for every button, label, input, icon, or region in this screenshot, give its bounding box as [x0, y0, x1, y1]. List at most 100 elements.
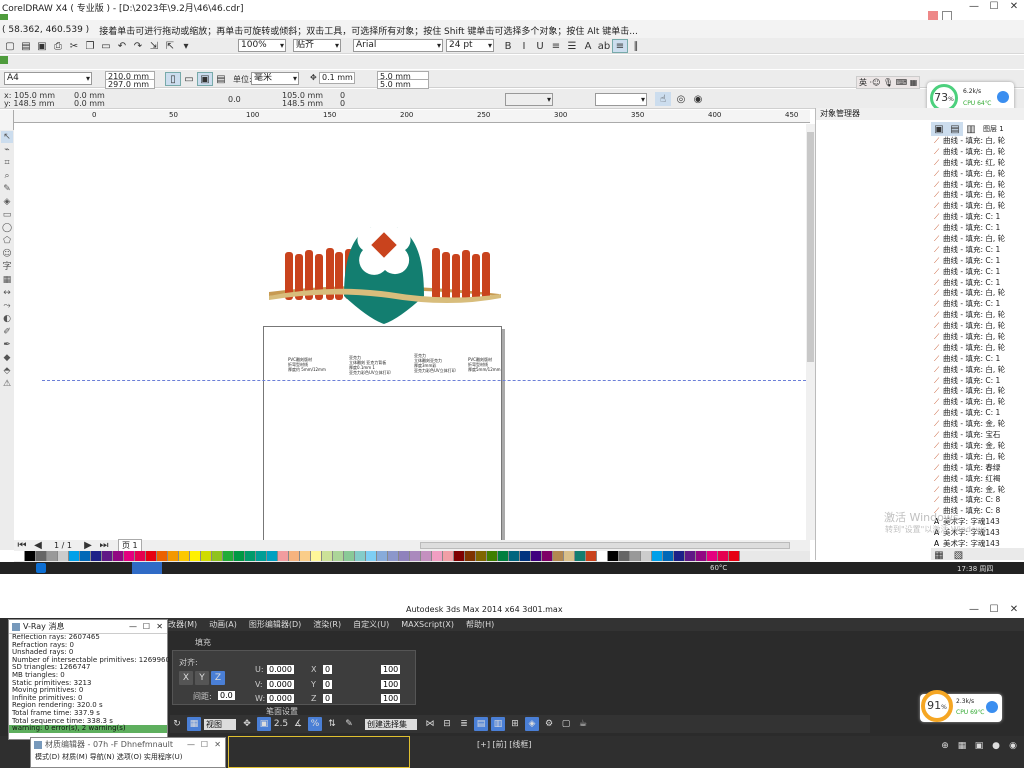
max-menu-item[interactable]: MAXScript(X)	[401, 620, 454, 629]
freehand-tool-icon[interactable]: ✎	[1, 183, 13, 195]
color-swatch[interactable]	[91, 551, 102, 561]
move-icon[interactable]: ✥	[240, 717, 254, 731]
zoom-all-icon[interactable]: ▦	[955, 739, 969, 753]
print-icon[interactable]: ⎙	[50, 39, 66, 53]
object-list-item[interactable]: ⟋ 曲线 - 填充: 白, 轮	[930, 169, 1024, 180]
color-swatch[interactable]	[278, 551, 289, 561]
layer-view-icon[interactable]: ▤	[947, 122, 963, 136]
table-tool-icon[interactable]: ▦	[1, 274, 13, 286]
vertical-text-icon[interactable]: ∥	[628, 39, 644, 53]
color-swatch[interactable]	[69, 551, 80, 561]
max-menu-item[interactable]: 渲染(R)	[313, 619, 341, 630]
schematic-icon[interactable]: ⊞	[508, 717, 522, 731]
color-swatch[interactable]	[135, 551, 146, 561]
color-swatch[interactable]	[234, 551, 245, 561]
color-swatch[interactable]	[531, 551, 542, 561]
axis-y-button[interactable]: Y	[195, 671, 209, 685]
ellipse-tool-icon[interactable]: ◯	[1, 222, 13, 234]
color-swatch[interactable]	[168, 551, 179, 561]
color-swatch[interactable]	[564, 551, 575, 561]
color-swatch[interactable]	[707, 551, 718, 561]
color-swatch[interactable]	[685, 551, 696, 561]
style-select[interactable]	[595, 93, 647, 106]
rectangle-tool-icon[interactable]: ▭	[1, 209, 13, 221]
color-swatch[interactable]	[311, 551, 322, 561]
object-list-item[interactable]: ⟋ 曲线 - 填充: 金, 轮	[930, 419, 1024, 430]
blend-tool-icon[interactable]: ◐	[1, 313, 13, 325]
object-list-item[interactable]: ⟋ 曲线 - 填充: C: 1	[930, 354, 1024, 365]
object-list-item[interactable]: ⟋ 曲线 - 填充: 白, 轮	[930, 288, 1024, 299]
v-field[interactable]: 0.000	[267, 680, 294, 689]
unit-select[interactable]: 毫米	[251, 72, 299, 85]
color-swatch[interactable]	[58, 551, 69, 561]
spacing-field[interactable]: 0.0	[218, 691, 235, 700]
object-list-item[interactable]: ⟋ 曲线 - 填充: 红, 轮	[930, 158, 1024, 169]
max-menu-item[interactable]: 帮助(H)	[466, 619, 494, 630]
color-swatch[interactable]	[619, 551, 630, 561]
warning-icon[interactable]: ⚠	[1, 378, 13, 390]
color-swatch[interactable]	[432, 551, 443, 561]
color-swatch[interactable]	[443, 551, 454, 561]
align-icon-max[interactable]: ⊟	[440, 717, 454, 731]
font-select[interactable]: Arial	[353, 39, 443, 52]
matdlg-minimize-icon[interactable]: —	[187, 738, 195, 752]
object-list-item[interactable]: ⟋ 曲线 - 填充: C: 1	[930, 256, 1024, 267]
material-editor-icon[interactable]: ◈	[525, 717, 539, 731]
color-wheel-icon[interactable]: ◉	[690, 92, 706, 106]
color-swatch[interactable]	[597, 551, 608, 561]
axis-x-button[interactable]: X	[179, 671, 193, 685]
object-list[interactable]: ⟋ 曲线 - 填充: 白, 轮 ⟋ 曲线 - 填充: 白, 轮 ⟋ 曲线 - 填充: 红,…	[930, 136, 1024, 548]
z-scale-field[interactable]: 100	[381, 694, 401, 703]
underline-icon[interactable]: U	[532, 39, 548, 53]
color-swatch[interactable]	[113, 551, 124, 561]
color-swatch[interactable]	[223, 551, 234, 561]
upper-artwork[interactable]	[269, 215, 501, 324]
close-icon[interactable]: ✕	[1004, 0, 1024, 13]
dimension-tool-icon[interactable]: ↔	[1, 287, 13, 299]
minimize-icon[interactable]: —	[964, 0, 984, 13]
launcher-icon[interactable]: ▾	[178, 39, 194, 53]
horizontal-scrollbar[interactable]	[420, 542, 790, 549]
scroll-thumb[interactable]	[807, 132, 814, 362]
color-swatch[interactable]	[586, 551, 597, 561]
y-scale-field[interactable]: 100	[381, 680, 401, 689]
max-menu-item[interactable]: 自定义(U)	[353, 619, 389, 630]
color-swatch[interactable]	[256, 551, 267, 561]
taskbar-active-item[interactable]	[132, 562, 162, 574]
object-list-item[interactable]: ⟋ 曲线 - 填充: 白, 轮	[930, 452, 1024, 463]
color-swatch[interactable]	[25, 551, 36, 561]
portrait-icon[interactable]: ▯	[165, 72, 181, 86]
snap-dropdown[interactable]: 贴齐	[293, 39, 341, 52]
select-tool-icon[interactable]: ☝	[655, 92, 671, 106]
paste-icon[interactable]: ▭	[98, 39, 114, 53]
object-list-item[interactable]: ⟋ 曲线 - 填充: 白, 轮	[930, 180, 1024, 191]
export-icon[interactable]: ⇱	[162, 39, 178, 53]
color-swatch[interactable]	[718, 551, 729, 561]
color-swatch[interactable]	[520, 551, 531, 561]
selection-set-dropdown[interactable]: 创建选择集	[365, 718, 417, 730]
color-swatch[interactable]	[179, 551, 190, 561]
text-tool-icon[interactable]: 字	[1, 261, 13, 273]
rotate-icon[interactable]: ↻	[170, 717, 184, 731]
render-frame-icon[interactable]: ▢	[559, 717, 573, 731]
basic-shapes-icon[interactable]: ☺	[1, 248, 13, 260]
dropcap-icon[interactable]: A	[580, 39, 596, 53]
guideline[interactable]	[42, 380, 806, 381]
outline-tool-icon[interactable]: ✒	[1, 339, 13, 351]
color-swatch[interactable]	[212, 551, 223, 561]
object-list-item[interactable]: ⟋ 曲线 - 填充: 白, 轮	[930, 310, 1024, 321]
color-swatch[interactable]	[267, 551, 278, 561]
pick-tool-icon[interactable]: ↖	[1, 131, 13, 143]
object-list-item[interactable]: ⟋ 曲线 - 填充: 金, 轮	[930, 485, 1024, 496]
all-pages-icon[interactable]: ▣	[197, 72, 213, 86]
ring-icon[interactable]: ◎	[673, 92, 689, 106]
u-field[interactable]: 0.000	[267, 665, 294, 674]
color-swatch[interactable]	[80, 551, 91, 561]
edit-named-icon[interactable]: ✎	[342, 717, 356, 731]
pivot-icon[interactable]: ▣	[257, 717, 271, 731]
accelerate-icon[interactable]	[997, 91, 1009, 103]
vray-close-icon[interactable]: ✕	[156, 620, 163, 634]
object-list-item[interactable]: ⟋ 曲线 - 填充: C: 8	[930, 495, 1024, 506]
z-field[interactable]: 0	[323, 694, 333, 703]
font-size-select[interactable]: 24 pt	[446, 39, 494, 52]
